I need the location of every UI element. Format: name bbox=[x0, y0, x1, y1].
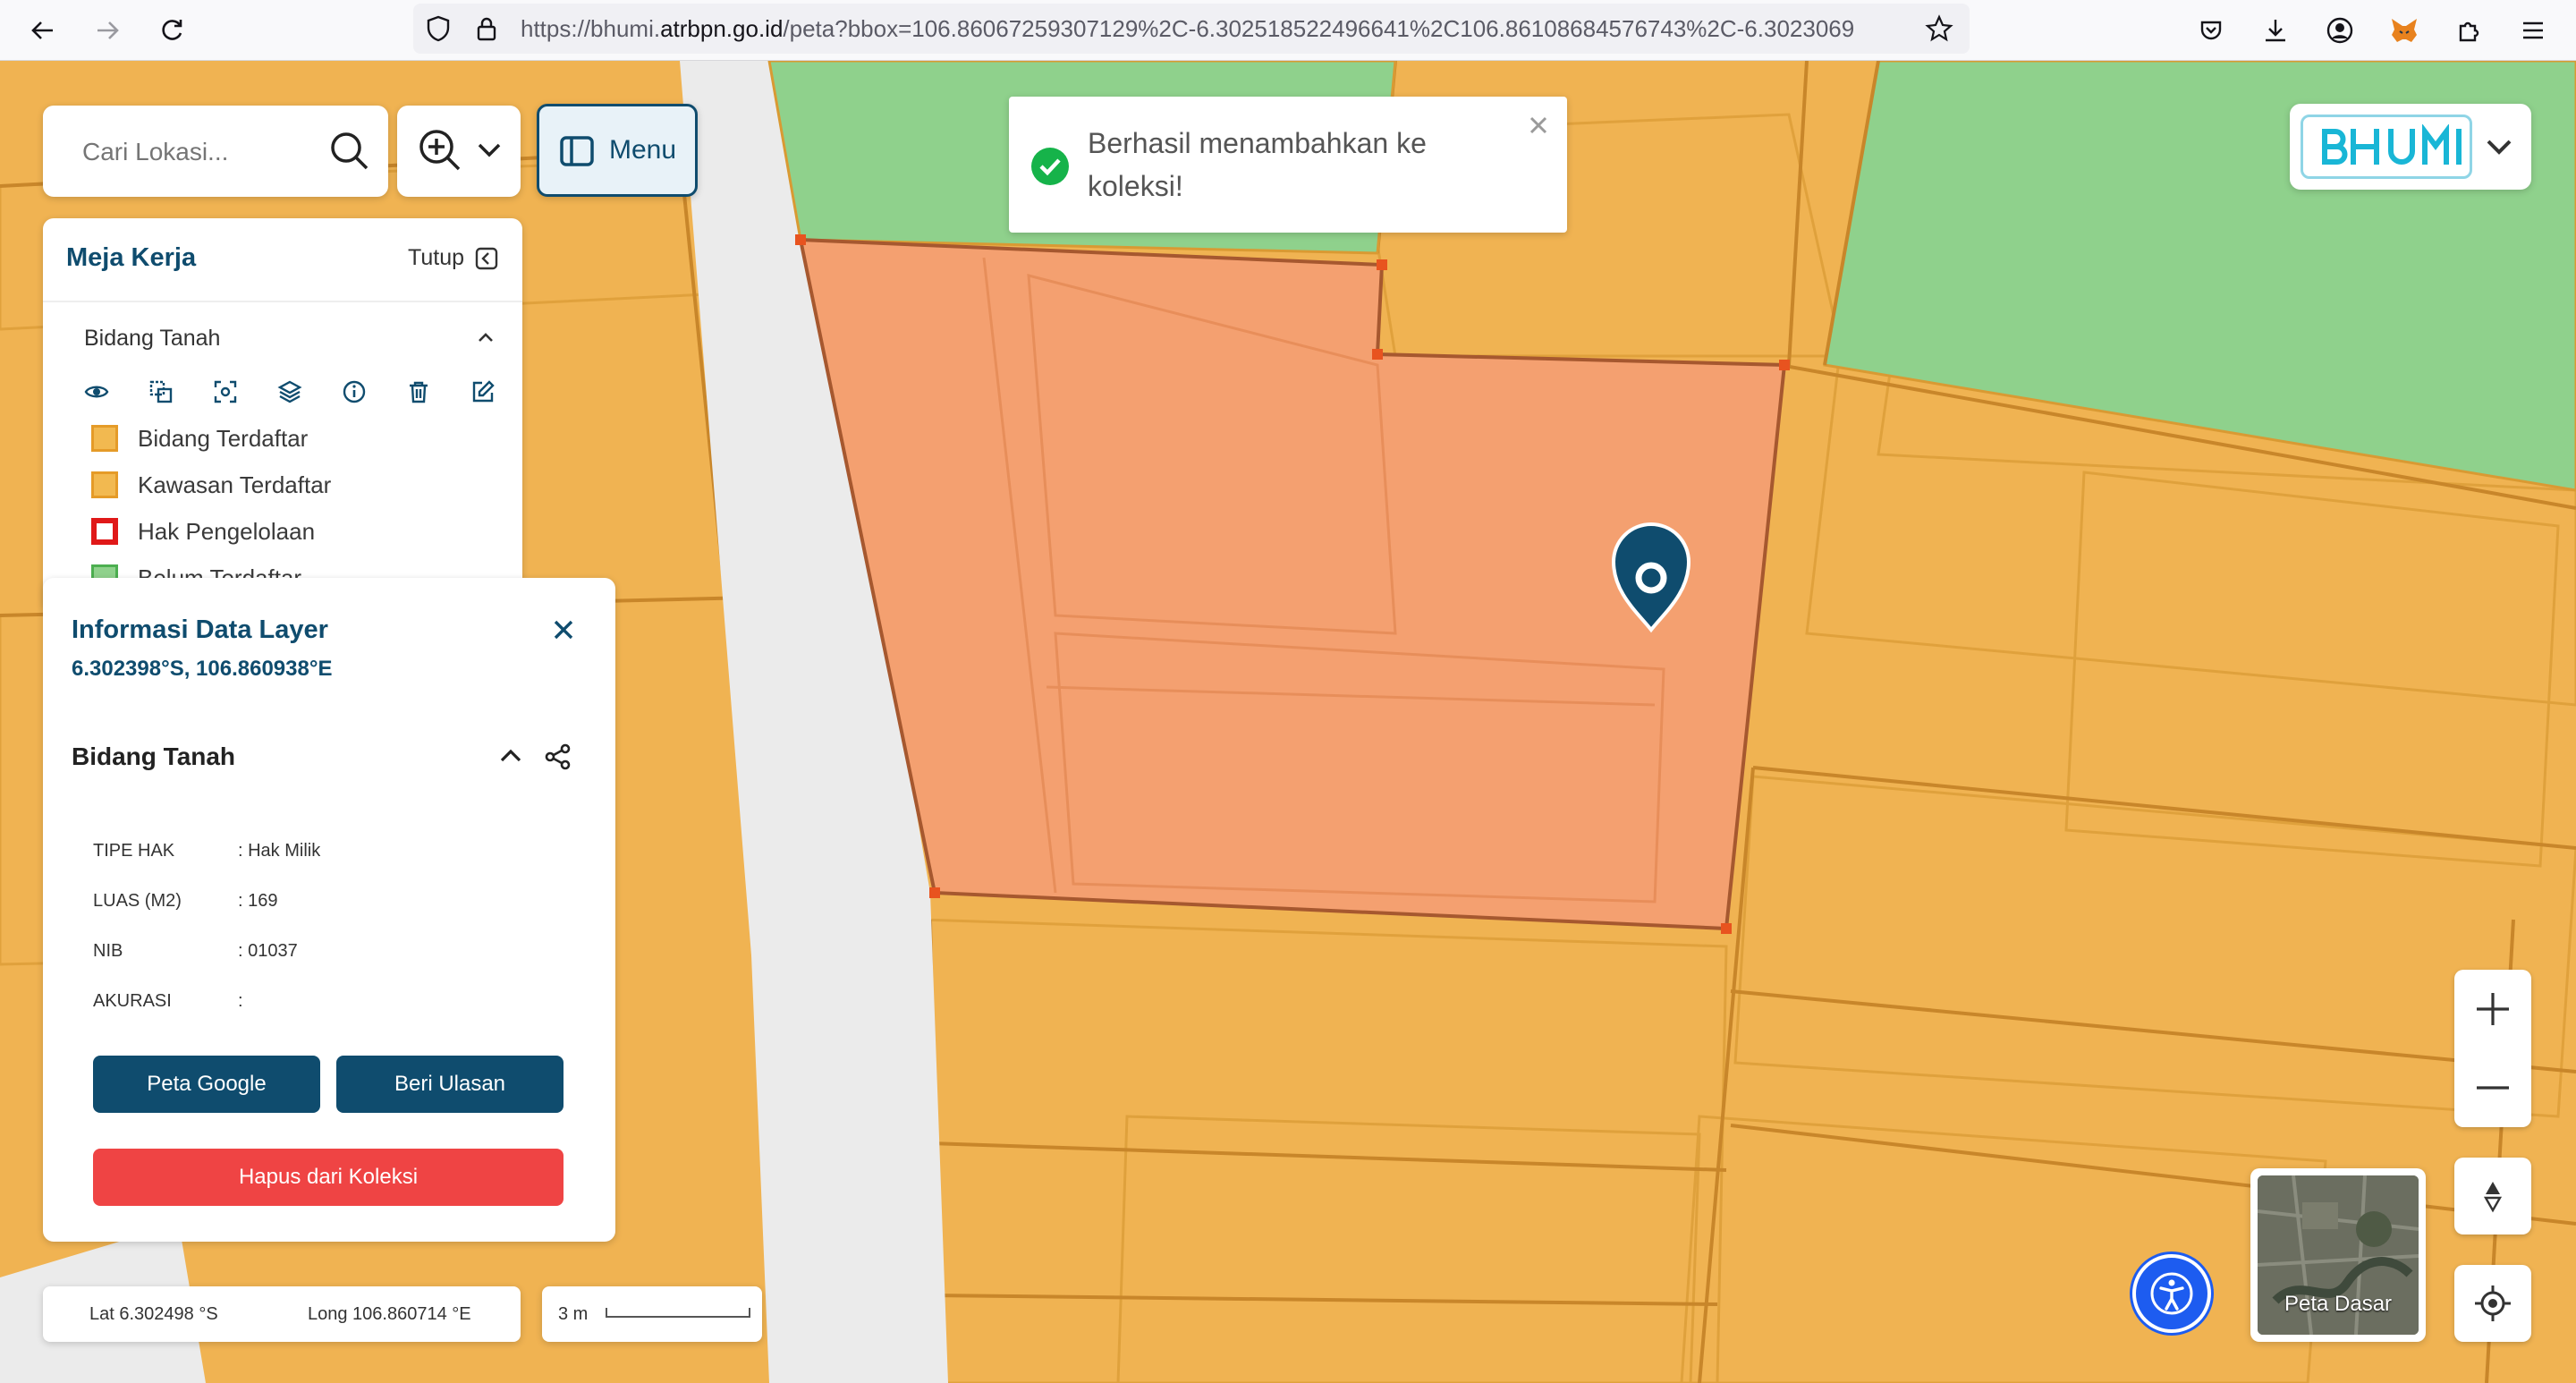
bookmark-star-icon[interactable] bbox=[1925, 14, 1953, 47]
luas-value: : 169 bbox=[238, 891, 278, 911]
my-location-button[interactable] bbox=[2454, 1265, 2531, 1342]
metamask-extension-icon[interactable] bbox=[2383, 9, 2426, 52]
plus-icon bbox=[2477, 993, 2509, 1025]
trash-icon[interactable] bbox=[406, 379, 431, 409]
luas-label: LUAS (M2) bbox=[93, 891, 182, 911]
shield-icon[interactable] bbox=[424, 14, 453, 47]
chevron-up-icon[interactable] bbox=[497, 742, 524, 774]
sidebar-panel-icon bbox=[559, 135, 595, 172]
close-icon[interactable] bbox=[1526, 113, 1551, 142]
bhumi-logo-mark bbox=[2322, 124, 2462, 165]
pocket-icon[interactable] bbox=[2190, 9, 2233, 52]
chevron-down-icon bbox=[2485, 136, 2513, 164]
workspace-title: Meja Kerja bbox=[66, 243, 197, 272]
divider bbox=[43, 301, 522, 302]
chevron-down-icon bbox=[476, 140, 503, 165]
info-section-title: Bidang Tanah bbox=[72, 742, 236, 770]
layers-icon[interactable] bbox=[277, 379, 302, 409]
account-icon[interactable] bbox=[2318, 9, 2361, 52]
workspace-panel: Meja Kerja Tutup Bidang Tanah Bidang Ter… bbox=[43, 218, 522, 612]
latitude-readout: Lat 6.302498 °S bbox=[89, 1304, 218, 1324]
accessibility-icon bbox=[2150, 1272, 2193, 1315]
success-toast: Berhasil menambahkan ke koleksi! bbox=[1009, 97, 1567, 233]
info-title: Informasi Data Layer bbox=[72, 615, 328, 644]
visibility-eye-icon[interactable] bbox=[84, 379, 109, 409]
longitude-readout: Long 106.860714 °E bbox=[308, 1304, 471, 1324]
zoom-out-button[interactable] bbox=[2454, 1048, 2531, 1127]
legend-label: Bidang Terdaftar bbox=[138, 424, 309, 452]
akurasi-label: AKURASI bbox=[93, 991, 172, 1011]
close-icon[interactable] bbox=[551, 617, 576, 647]
back-icon[interactable] bbox=[20, 7, 66, 54]
basemap-label: Peta Dasar bbox=[2284, 1292, 2393, 1316]
zoom-controls bbox=[2454, 970, 2531, 1127]
review-button[interactable]: Beri Ulasan bbox=[336, 1056, 564, 1113]
accessibility-button[interactable] bbox=[2132, 1254, 2211, 1333]
legend-swatch bbox=[91, 471, 118, 498]
nib-value: : 01037 bbox=[238, 941, 298, 961]
legend-item: Bidang Terdaftar bbox=[91, 420, 308, 456]
scale-line bbox=[606, 1308, 750, 1318]
nib-label: NIB bbox=[93, 941, 123, 961]
collapse-left-icon bbox=[475, 247, 498, 269]
search-box bbox=[43, 106, 388, 197]
zoom-in-magnifier-icon bbox=[415, 125, 465, 180]
minus-icon bbox=[2477, 1086, 2509, 1090]
tipe-hak-value: : Hak Milik bbox=[238, 841, 321, 861]
hamburger-menu-icon[interactable] bbox=[2512, 9, 2555, 52]
search-input[interactable] bbox=[80, 131, 317, 174]
scale-label: 3 m bbox=[558, 1304, 589, 1324]
zoom-dropdown-button[interactable] bbox=[397, 106, 521, 197]
browser-toolbar: https://bhumi.atrbpn.go.id/peta?bbox=106… bbox=[0, 0, 2576, 61]
url-text: https://bhumi.atrbpn.go.id/peta?bbox=106… bbox=[521, 15, 1855, 42]
close-label: Tutup bbox=[408, 245, 465, 270]
tipe-hak-label: TIPE HAK bbox=[93, 841, 175, 861]
check-circle-icon bbox=[1030, 147, 1070, 191]
forward-icon[interactable] bbox=[84, 7, 131, 54]
section-title: Bidang Tanah bbox=[84, 326, 221, 351]
legend-label: Hak Pengelolaan bbox=[138, 517, 316, 545]
zoom-in-button[interactable] bbox=[2454, 970, 2531, 1048]
chevron-up-icon[interactable] bbox=[476, 329, 496, 350]
reload-icon[interactable] bbox=[148, 7, 195, 54]
menu-button[interactable]: Menu bbox=[537, 104, 698, 197]
toast-message: Berhasil menambahkan ke koleksi! bbox=[1088, 127, 1427, 202]
menu-label: Menu bbox=[609, 135, 677, 165]
bhumi-logo bbox=[2301, 115, 2472, 179]
scale-bar: 3 m bbox=[542, 1286, 762, 1342]
compass-north-icon bbox=[2483, 1182, 2503, 1213]
info-icon[interactable] bbox=[342, 379, 367, 409]
focus-target-icon[interactable] bbox=[213, 379, 238, 409]
google-maps-button[interactable]: Peta Google bbox=[93, 1056, 320, 1113]
legend-swatch bbox=[91, 425, 118, 452]
legend-label: Kawasan Terdaftar bbox=[138, 471, 332, 498]
legend-item: Hak Pengelolaan bbox=[91, 513, 315, 549]
crosshair-location-icon bbox=[2475, 1285, 2511, 1321]
akurasi-value: : bbox=[238, 991, 243, 1011]
legend-swatch bbox=[91, 518, 118, 545]
copy-icon[interactable] bbox=[148, 379, 174, 409]
legend-item: Kawasan Terdaftar bbox=[91, 467, 331, 503]
remove-from-collection-button[interactable]: Hapus dari Koleksi bbox=[93, 1149, 564, 1206]
search-icon[interactable] bbox=[327, 129, 372, 178]
share-icon[interactable] bbox=[544, 742, 572, 776]
url-bar[interactable]: https://bhumi.atrbpn.go.id/peta?bbox=106… bbox=[413, 4, 1970, 54]
compass-button[interactable] bbox=[2454, 1158, 2531, 1235]
download-icon[interactable] bbox=[2254, 9, 2297, 52]
coordinate-readout: Lat 6.302498 °S Long 106.860714 °E bbox=[43, 1286, 521, 1342]
edit-icon[interactable] bbox=[470, 379, 496, 409]
info-coords: 6.302398°S, 106.860938°E bbox=[72, 657, 333, 681]
extensions-icon[interactable] bbox=[2447, 9, 2490, 52]
workspace-close-button[interactable]: Tutup bbox=[408, 245, 498, 271]
info-data-layer-panel: Informasi Data Layer 6.302398°S, 106.860… bbox=[43, 578, 615, 1242]
lock-icon[interactable] bbox=[472, 14, 501, 47]
bhumi-logo-dropdown[interactable] bbox=[2290, 104, 2531, 190]
basemap-switcher[interactable]: Peta Dasar bbox=[2250, 1168, 2426, 1342]
